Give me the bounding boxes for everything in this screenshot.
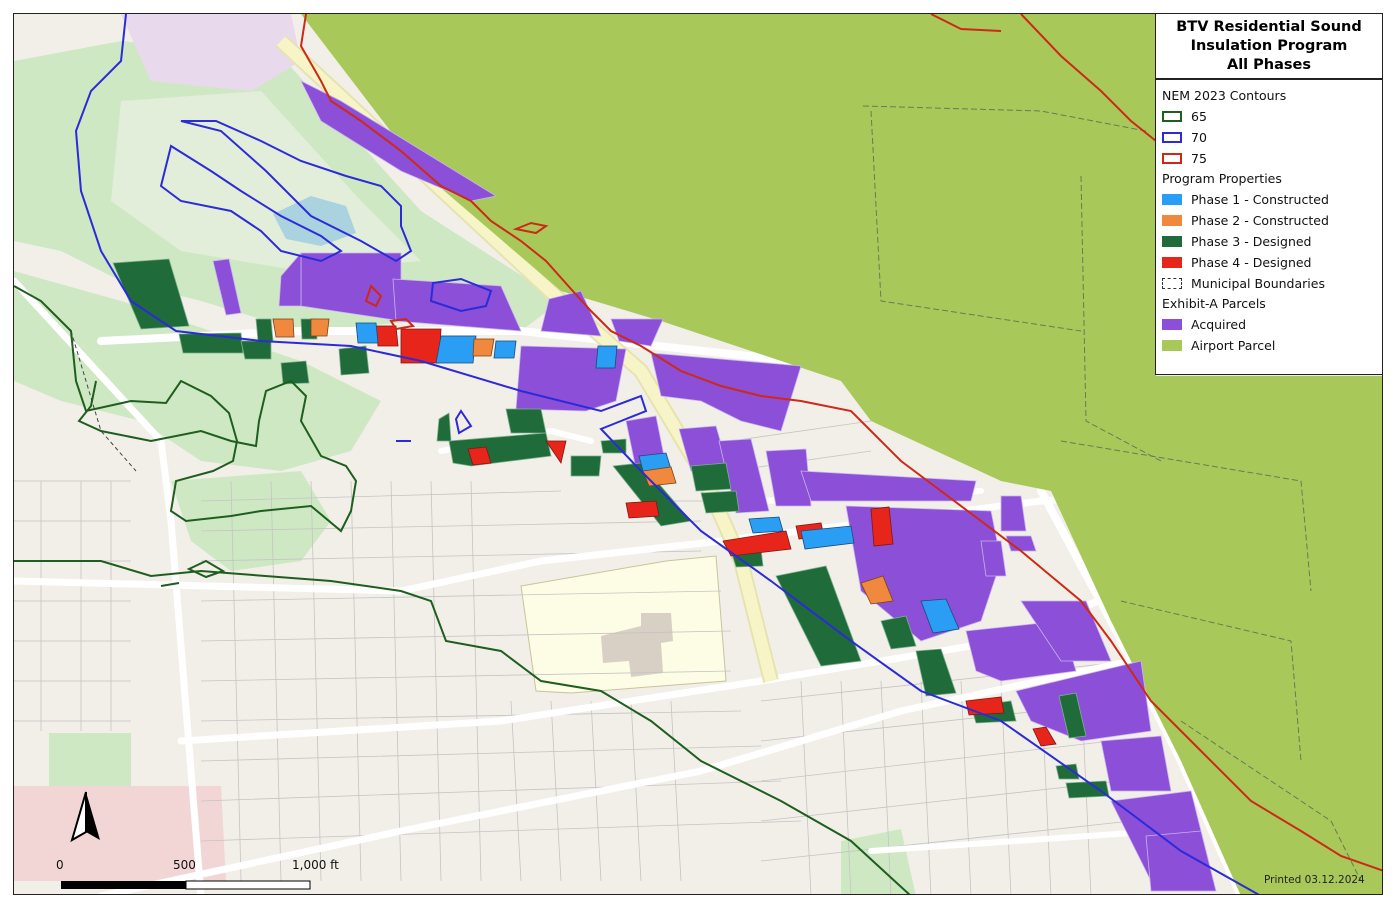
title-line-3: All Phases [1226, 56, 1312, 73]
title-line-1: BTV Residential Sound [1176, 18, 1362, 35]
legend-item-municipal: Municipal Boundaries [1162, 273, 1382, 294]
legend-label-phase1: Phase 1 - Constructed [1191, 192, 1329, 207]
phase1-swatch [1162, 194, 1182, 205]
acquired-swatch [1162, 319, 1182, 330]
scale-label-0: 0 [56, 858, 64, 872]
map-legend: NEM 2023 Contours 65 70 75 Program Prope… [1155, 79, 1383, 375]
municipal-boundary-swatch [1162, 278, 1182, 289]
phase2-swatch [1162, 215, 1182, 226]
title-line-2: Insulation Program [1190, 37, 1348, 54]
legend-label-75: 75 [1191, 151, 1207, 166]
phase4-swatch [1162, 257, 1182, 268]
legend-program-heading: Program Properties [1162, 171, 1282, 186]
legend-exhibit-heading: Exhibit-A Parcels [1162, 296, 1266, 311]
legend-item-acquired: Acquired [1162, 314, 1382, 335]
legend-label-70: 70 [1191, 130, 1207, 145]
scale-label-500: 500 [173, 858, 196, 872]
phase3-swatch [1162, 236, 1182, 247]
legend-label-airport: Airport Parcel [1191, 338, 1276, 353]
legend-item-phase4: Phase 4 - Designed [1162, 252, 1382, 273]
legend-label-municipal: Municipal Boundaries [1191, 276, 1325, 291]
contour-70-swatch [1162, 132, 1182, 143]
legend-item-65: 65 [1162, 106, 1382, 127]
contour-75-swatch [1162, 153, 1182, 164]
north-arrow-icon [70, 791, 100, 843]
legend-label-phase4: Phase 4 - Designed [1191, 255, 1312, 270]
legend-item-70: 70 [1162, 127, 1382, 148]
legend-label-phase2: Phase 2 - Constructed [1191, 213, 1329, 228]
printed-date: Printed 03.12.2024 [1264, 874, 1365, 886]
legend-label-acquired: Acquired [1191, 317, 1247, 332]
scale-label-1000: 1,000 ft [292, 858, 339, 872]
airport-parcel-swatch [1162, 340, 1182, 351]
map-title-box: BTV Residential Sound Insulation Program… [1155, 13, 1383, 79]
legend-item-phase2: Phase 2 - Constructed [1162, 210, 1382, 231]
contour-65-swatch [1162, 111, 1182, 122]
legend-item-airport: Airport Parcel [1162, 335, 1382, 356]
legend-label-65: 65 [1191, 109, 1207, 124]
scale-bar [61, 880, 311, 890]
legend-contours-heading: NEM 2023 Contours [1162, 88, 1287, 103]
legend-item-phase1: Phase 1 - Constructed [1162, 189, 1382, 210]
legend-item-75: 75 [1162, 148, 1382, 169]
legend-item-phase3: Phase 3 - Designed [1162, 231, 1382, 252]
legend-label-phase3: Phase 3 - Designed [1191, 234, 1312, 249]
